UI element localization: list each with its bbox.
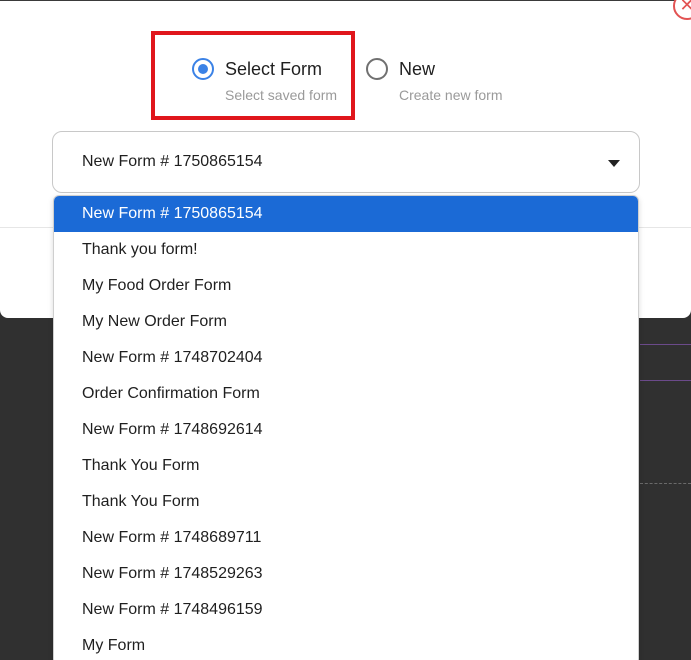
form-option[interactable]: New Form # 1748702404 xyxy=(54,340,638,376)
form-option[interactable]: Thank you form! xyxy=(54,232,638,268)
form-option[interactable]: New Form # 1748529263 xyxy=(54,556,638,592)
form-select-value: New Form # 1750865154 xyxy=(82,153,263,170)
form-option[interactable]: New Form # 1750865154 xyxy=(54,196,638,232)
caret-down-icon xyxy=(608,160,620,167)
screen: Select Form Select saved form New Create… xyxy=(0,0,691,660)
form-option[interactable]: My Form xyxy=(54,628,638,660)
new-form-label: New xyxy=(399,59,436,79)
radio-button-checked[interactable] xyxy=(192,58,214,80)
form-option[interactable]: New Form # 1748496159 xyxy=(54,592,638,628)
form-option[interactable]: Thank You Form xyxy=(54,484,638,520)
form-option[interactable]: Thank You Form xyxy=(54,448,638,484)
background-divider xyxy=(640,344,691,345)
form-option[interactable]: New Form # 1748692614 xyxy=(54,412,638,448)
form-options-list: New Form # 1750865154 Thank you form! My… xyxy=(53,195,639,660)
form-option[interactable]: My New Order Form xyxy=(54,304,638,340)
select-form-label: Select Form xyxy=(225,59,323,79)
select-form-description: Select saved form xyxy=(225,87,338,103)
radio-button-unchecked[interactable] xyxy=(366,58,388,80)
new-form-description: Create new form xyxy=(399,87,503,103)
form-option[interactable]: New Form # 1748689711 xyxy=(54,520,638,556)
modal-top-border xyxy=(0,0,691,1)
form-option[interactable]: Order Confirmation Form xyxy=(54,376,638,412)
radio-dot-icon xyxy=(198,64,208,74)
form-select-dropdown[interactable]: New Form # 1750865154 xyxy=(52,131,640,193)
background-divider xyxy=(640,380,691,381)
form-option[interactable]: My Food Order Form xyxy=(54,268,638,304)
background-dashed-divider xyxy=(640,483,691,484)
